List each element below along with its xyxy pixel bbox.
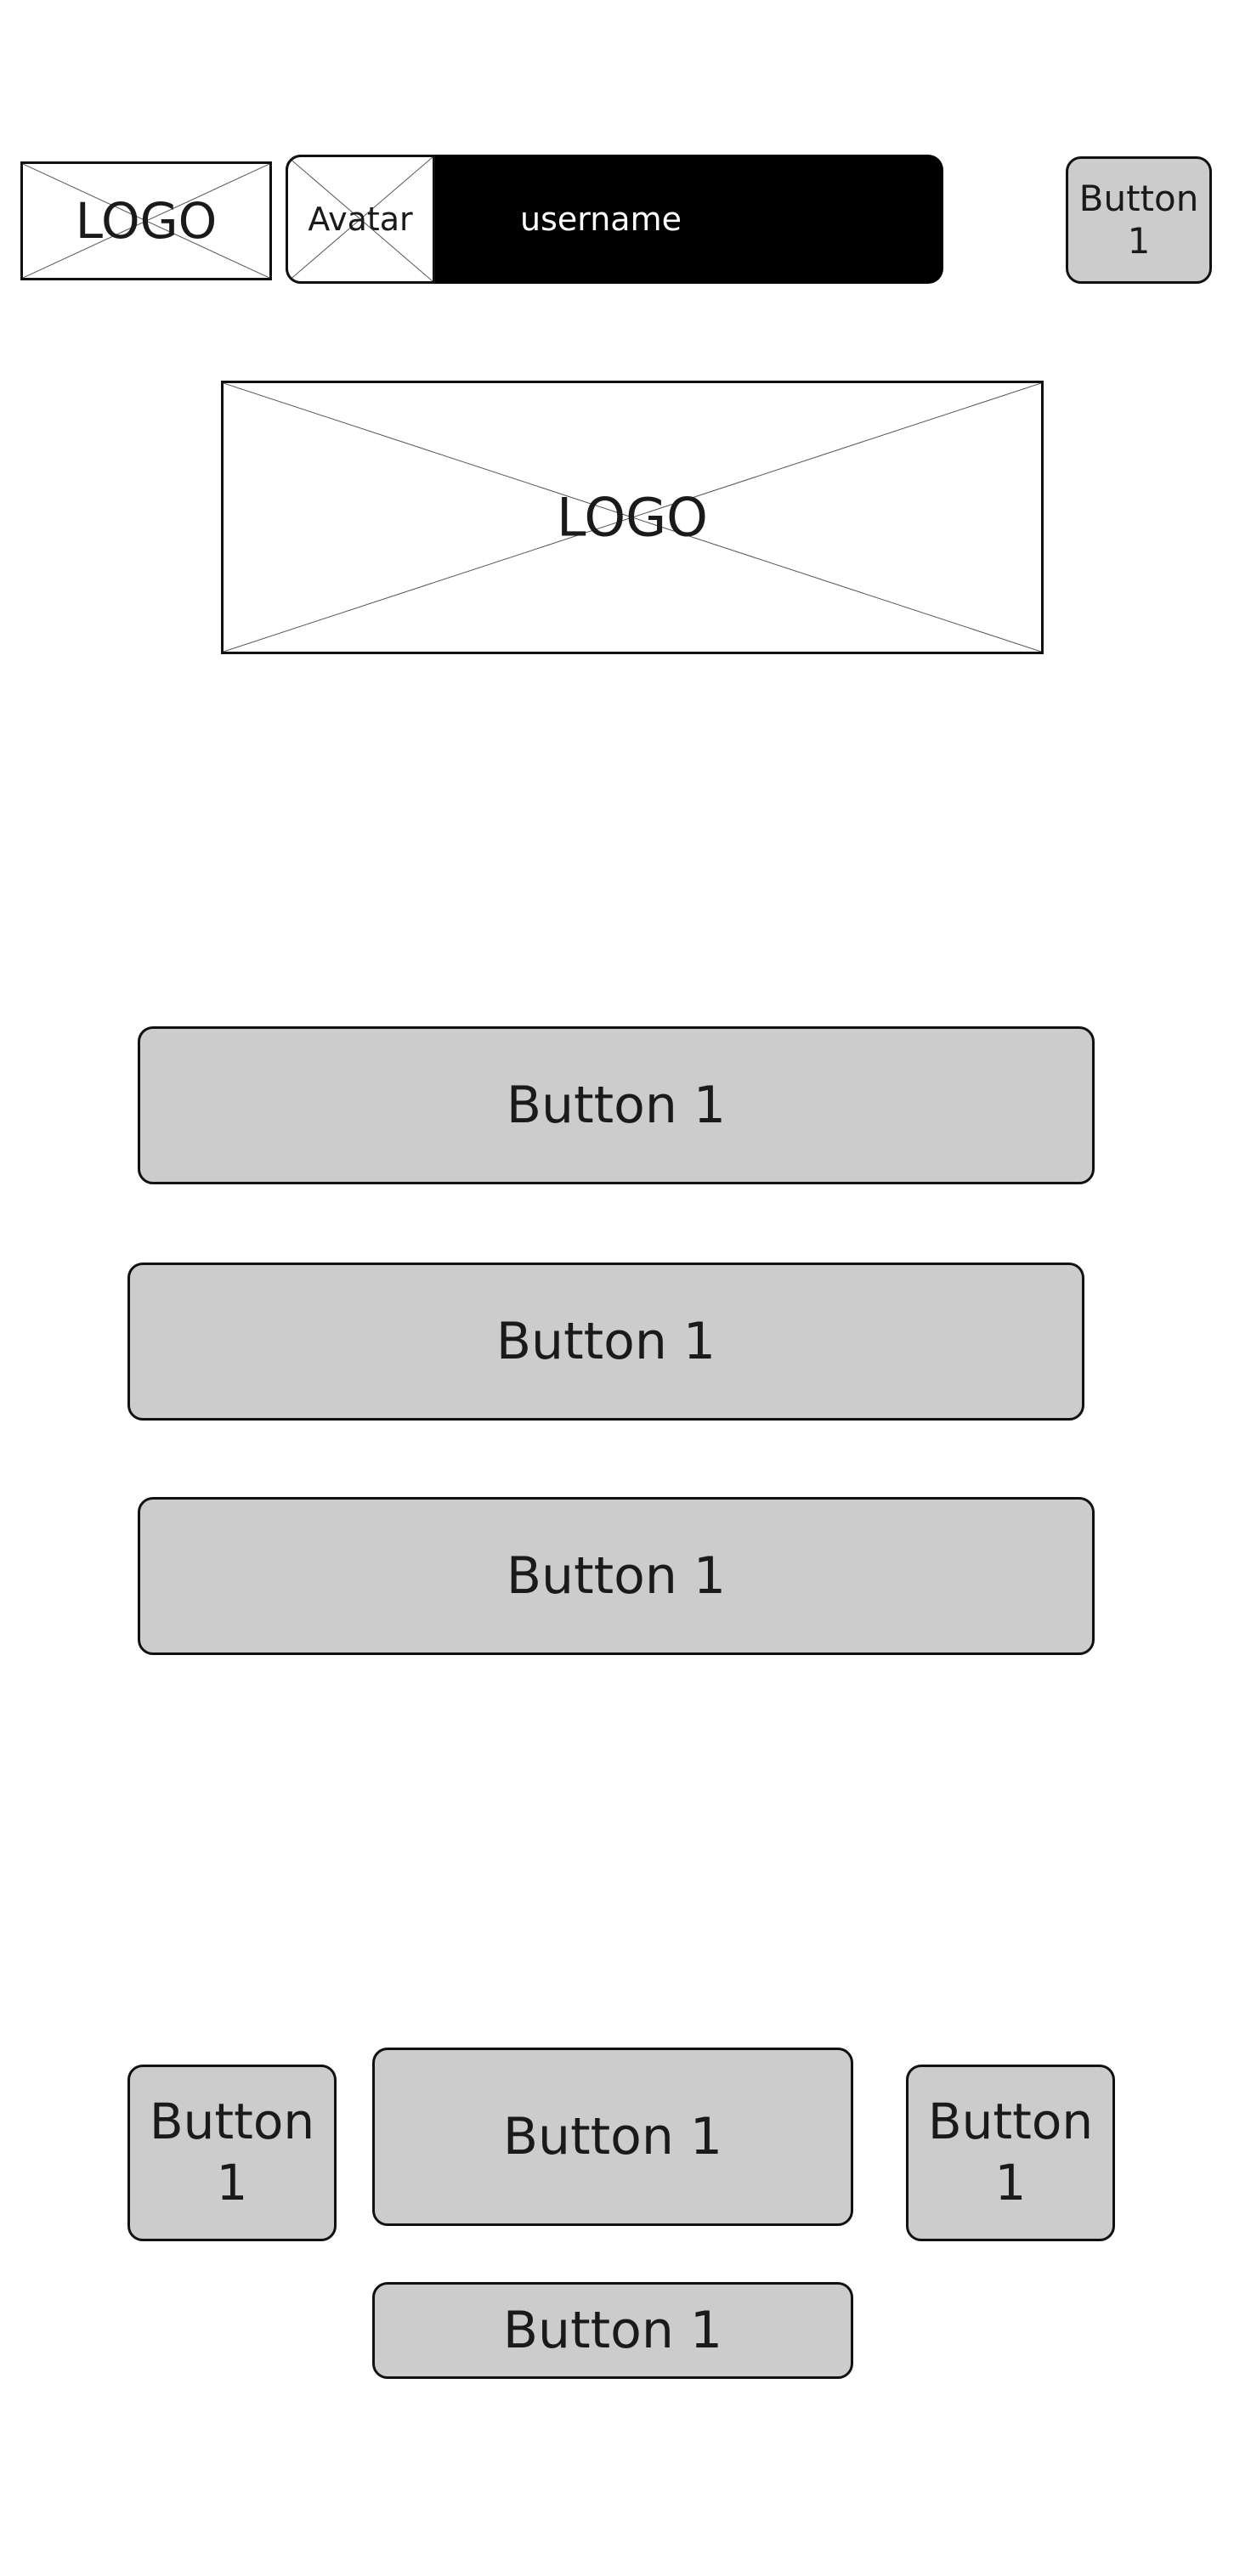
- bottom-left-button-label: Button 1: [149, 2093, 315, 2212]
- header-logo-label: LOGO: [75, 192, 218, 250]
- avatar-label: Avatar: [308, 201, 413, 238]
- bottom-right-button-label: Button 1: [927, 2093, 1094, 2212]
- hero-logo: LOGO: [221, 381, 1044, 654]
- hero-logo-label: LOGO: [557, 486, 708, 549]
- bottom-lower-button[interactable]: Button 1: [372, 2282, 853, 2379]
- bottom-center-button[interactable]: Button 1: [372, 2048, 853, 2226]
- bottom-right-button[interactable]: Button 1: [906, 2065, 1115, 2241]
- menu-button-2[interactable]: Button 1: [127, 1263, 1084, 1421]
- menu-button-3[interactable]: Button 1: [138, 1497, 1095, 1655]
- menu-button-3-label: Button 1: [506, 1546, 727, 1606]
- menu-button-1[interactable]: Button 1: [138, 1026, 1095, 1184]
- avatar[interactable]: Avatar: [286, 155, 435, 284]
- menu-button-2-label: Button 1: [495, 1312, 716, 1371]
- header-button-label: Button 1: [1078, 177, 1199, 262]
- bottom-left-button[interactable]: Button 1: [127, 2065, 337, 2241]
- header-logo: LOGO: [20, 161, 272, 280]
- bottom-center-button-label: Button 1: [502, 2107, 723, 2166]
- bottom-lower-button-label: Button 1: [502, 2301, 723, 2360]
- username-label: username: [520, 201, 682, 238]
- menu-button-1-label: Button 1: [506, 1076, 727, 1135]
- header-button[interactable]: Button 1: [1066, 156, 1212, 284]
